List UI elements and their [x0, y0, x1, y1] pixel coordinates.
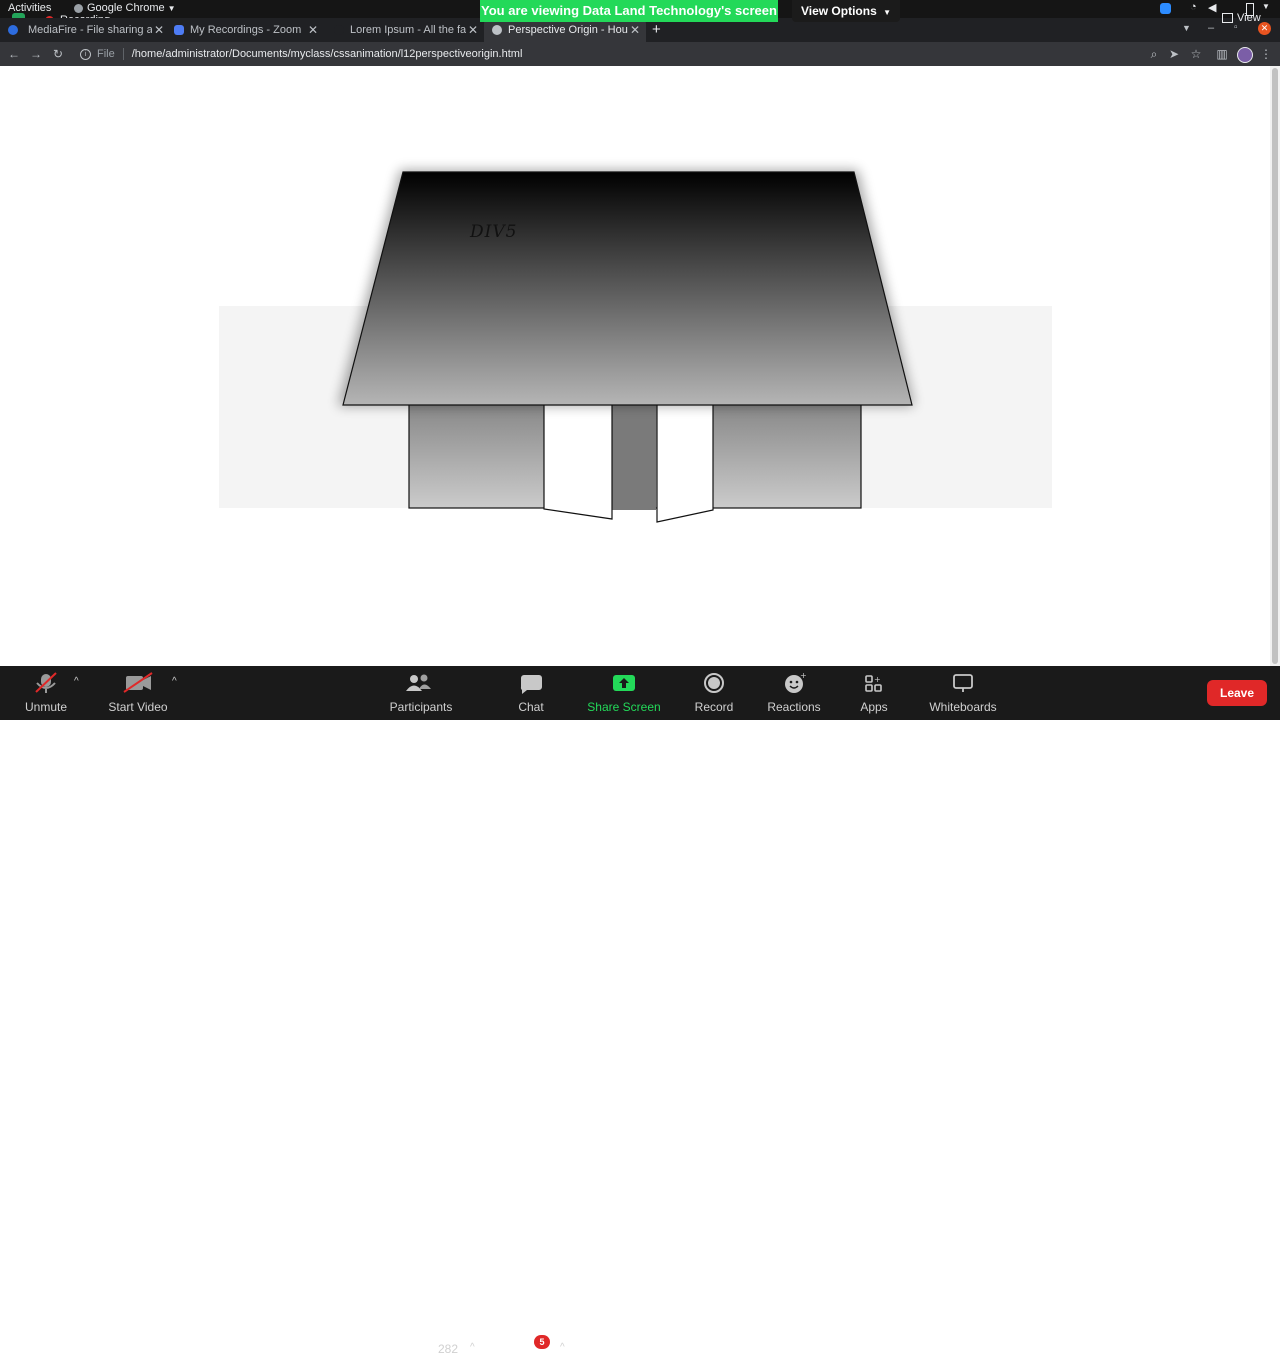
svg-text:+: +	[800, 672, 807, 680]
zoom-control-bar: Unmute ^ Start Video ^ Participants 282 …	[0, 666, 1280, 1356]
share-screen-label: Share Screen	[587, 700, 661, 714]
info-icon[interactable]: i	[80, 48, 91, 60]
tab-mediafire[interactable]: MediaFire - File sharing and ✕	[0, 18, 170, 42]
reactions-smiley-icon: +	[785, 672, 807, 693]
tab-label: Perspective Origin - House	[508, 24, 628, 36]
participants-caret-icon[interactable]: ^	[470, 1342, 475, 1353]
participants-button[interactable]: Participants	[384, 666, 458, 720]
viewing-screen-banner: You are viewing Data Land Technology's s…	[480, 0, 778, 22]
start-video-button[interactable]: Start Video	[102, 666, 174, 720]
close-icon[interactable]: ✕	[152, 23, 166, 37]
side-panel-icon[interactable]: ▥	[1214, 46, 1230, 62]
record-label: Record	[694, 700, 734, 714]
zoom-magnifier-icon[interactable]: ⌕	[1146, 46, 1162, 62]
view-options-button[interactable]: View Options ▼	[792, 0, 900, 22]
new-tab-button[interactable]: +	[652, 21, 661, 38]
record-icon	[704, 673, 724, 693]
audio-options-caret-icon[interactable]: ^	[74, 676, 79, 687]
reload-icon[interactable]: ↻	[50, 46, 66, 62]
share-screen-button[interactable]: Share Screen	[586, 666, 662, 720]
volume-icon[interactable]: ◀	[1208, 1, 1216, 14]
mediafire-favicon-icon	[8, 25, 18, 35]
view-options-label: View Options	[800, 4, 877, 18]
tab-lorem-ipsum[interactable]: Lorem Ipsum - All the facts ✕	[326, 18, 484, 42]
chat-button[interactable]: Chat	[506, 666, 556, 720]
chat-caret-icon[interactable]: ^	[560, 1342, 565, 1353]
scheme-label: File	[97, 48, 115, 60]
svg-text:+: +	[874, 675, 881, 684]
zoom-tray-icon[interactable]	[1160, 3, 1171, 14]
chat-label: Chat	[518, 700, 544, 714]
address-bar[interactable]: i File /home/administrator/Documents/myc…	[76, 44, 1212, 64]
view-label: View	[1237, 12, 1261, 24]
power-chevron-icon[interactable]: ▼	[1262, 2, 1270, 11]
close-icon[interactable]: ✕	[628, 23, 642, 37]
tab-label: MediaFire - File sharing and	[28, 24, 152, 36]
close-icon[interactable]: ✕	[306, 23, 320, 37]
tab-search-chevron-icon[interactable]: ▼	[1182, 23, 1191, 33]
video-off-icon	[123, 672, 153, 693]
reactions-label: Reactions	[767, 700, 821, 714]
reactions-button[interactable]: + Reactions	[762, 666, 826, 720]
view-grid-icon	[1222, 13, 1233, 23]
address-divider	[122, 48, 124, 60]
participants-label: Participants	[389, 700, 453, 714]
tab-zoom-recordings[interactable]: My Recordings - Zoom ✕	[166, 18, 324, 42]
whiteboard-icon	[953, 674, 973, 692]
chevron-down-icon: ▼	[883, 8, 892, 17]
lorem-favicon-icon	[334, 25, 344, 35]
record-button[interactable]: Record	[688, 666, 740, 720]
globe-icon	[492, 25, 502, 35]
minimize-icon[interactable]: –	[1208, 22, 1214, 34]
share-screen-icon	[613, 675, 635, 691]
close-icon[interactable]: ✕	[466, 23, 480, 37]
page-scrollbar[interactable]	[1270, 66, 1280, 666]
whiteboards-label: Whiteboards	[929, 700, 997, 714]
scrollbar-thumb[interactable]	[1272, 68, 1278, 664]
left-door[interactable]	[543, 387, 613, 520]
participant-count: 282	[438, 1342, 459, 1356]
roof-label: DIV5	[469, 222, 517, 242]
profile-avatar[interactable]	[1237, 47, 1253, 63]
right-door[interactable]	[656, 387, 714, 523]
forward-arrow-icon[interactable]: →	[28, 46, 44, 62]
bookmark-star-icon[interactable]: ☆	[1188, 46, 1204, 62]
leave-button[interactable]: Leave	[1207, 680, 1267, 706]
apps-icon: +	[865, 675, 882, 692]
chat-bubble-icon	[520, 675, 542, 694]
unmute-button[interactable]: Unmute	[14, 666, 78, 720]
more-vert-icon[interactable]: ⋮	[1258, 46, 1274, 62]
participants-icon	[406, 674, 431, 691]
tab-label: Lorem Ipsum - All the facts	[350, 24, 466, 36]
chat-unread-badge: 5	[534, 1335, 550, 1349]
chevron-down-icon: ▼	[167, 3, 176, 13]
doorway	[612, 388, 656, 510]
whiteboards-button[interactable]: Whiteboards	[922, 666, 1004, 720]
video-options-caret-icon[interactable]: ^	[172, 676, 177, 687]
muted-mic-icon	[35, 672, 57, 693]
house-scene: DIV5	[219, 170, 1052, 523]
unmute-label: Unmute	[24, 700, 68, 714]
tab-label: My Recordings - Zoom	[190, 24, 302, 36]
zoom-favicon-icon	[174, 25, 184, 35]
apps-label: Apps	[860, 700, 888, 714]
roof	[342, 171, 913, 406]
page-content: DIV5	[0, 66, 1280, 666]
view-menu-button[interactable]: View	[1222, 11, 1261, 25]
apps-button[interactable]: + Apps	[848, 666, 900, 720]
wifi-icon[interactable]: ◔	[1190, 1, 1197, 13]
url-text[interactable]: /home/administrator/Documents/myclass/cs…	[132, 48, 523, 60]
start-video-label: Start Video	[108, 700, 168, 714]
browser-toolbar: ← → ↻ i File /home/administrator/Documen…	[0, 42, 1280, 66]
send-icon[interactable]: ➤	[1166, 46, 1182, 62]
back-arrow-icon[interactable]: ←	[6, 46, 22, 62]
